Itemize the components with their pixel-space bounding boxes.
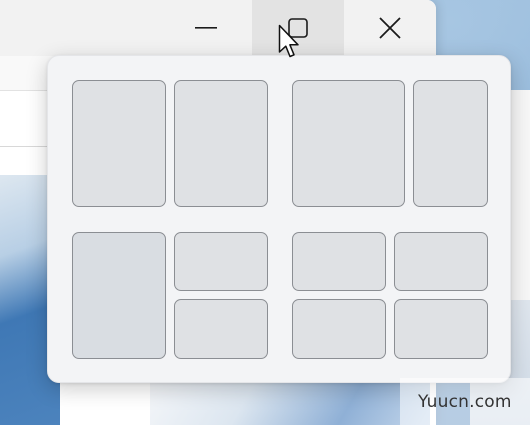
maximize-button[interactable] (252, 0, 344, 56)
title-bar (0, 0, 436, 56)
snap-zone-layout1-right[interactable] (174, 80, 268, 207)
snap-zone-layout3-bottom-right[interactable] (174, 299, 268, 359)
snap-zone-layout3-left[interactable] (72, 232, 166, 359)
snap-zone-layout4-bottom-right[interactable] (394, 299, 488, 359)
snap-zone-layout1-left[interactable] (72, 80, 166, 207)
minimize-button[interactable] (160, 0, 252, 56)
snap-layouts-flyout (47, 55, 511, 383)
close-icon (379, 17, 401, 39)
snap-zone-layout3-top-right[interactable] (174, 232, 268, 291)
snap-zone-layout4-bottom-left[interactable] (292, 299, 386, 359)
snap-zone-layout4-top-right[interactable] (394, 232, 488, 291)
close-button[interactable] (344, 0, 436, 56)
snap-zone-layout2-right[interactable] (413, 80, 488, 207)
content-image-bottom (150, 378, 430, 425)
snap-zone-layout2-left[interactable] (292, 80, 405, 207)
snap-zone-layout4-top-left[interactable] (292, 232, 386, 291)
watermark-text: Yuucn.com (400, 378, 530, 425)
maximize-icon (288, 18, 308, 38)
minimize-icon (195, 26, 217, 30)
